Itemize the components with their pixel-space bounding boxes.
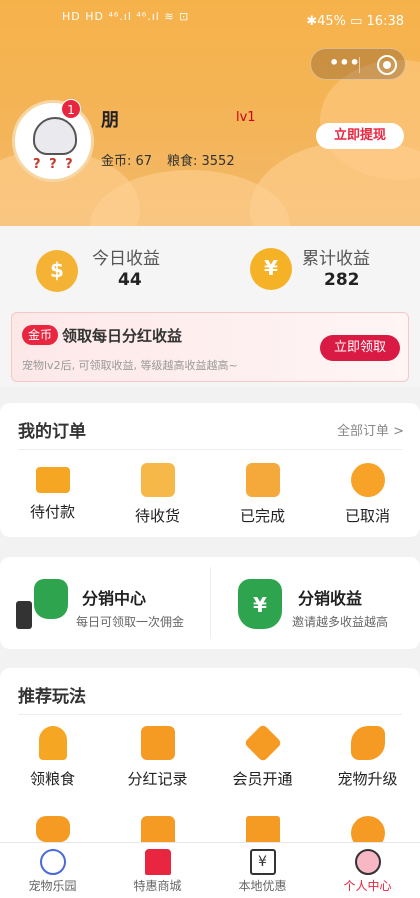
all-orders-link[interactable]: 全部订单 > [337, 420, 404, 439]
calendar-check-icon [245, 463, 280, 497]
game-entry[interactable] [0, 816, 105, 842]
dividend-title: 领取每日分红收益 [62, 327, 183, 345]
distribution-income-subtitle: 邀请越多收益越高 [292, 615, 389, 629]
total-earnings[interactable]: ¥ 累计收益 282 [244, 238, 420, 298]
user-level: lv1 [236, 110, 256, 125]
status-bar: HD HD ⁴⁶.ıl ⁴⁶.ıl ≋ ⊡ ✱45% ▭ 16:38 [0, 0, 420, 48]
distribution-card: 分销中心 每日可领取一次佣金 ¥ 分销收益 邀请越多收益越高 [0, 557, 420, 649]
tab-pet-park[interactable]: 宠物乐园 [0, 843, 105, 898]
today-earnings[interactable]: $ 今日收益 44 [30, 238, 230, 298]
red-envelope-icon [140, 726, 175, 760]
avatar-question-marks: ? ? ? [33, 157, 75, 172]
shop-icon [144, 849, 171, 875]
recommend-title: 推荐玩法 [18, 687, 86, 707]
notification-badge: 1 [61, 99, 81, 119]
tab-local-deals[interactable]: ¥ 本地优惠 [210, 843, 315, 898]
order-completed[interactable]: 已完成 [210, 463, 315, 526]
tab-label: 特惠商城 [133, 879, 182, 893]
pet-upgrade[interactable]: 宠物升级 [315, 726, 420, 789]
order-item-label: 已完成 [239, 507, 285, 525]
recommend-item-label: 领粮食 [29, 770, 75, 788]
rocket-icon [350, 726, 385, 760]
claim-button[interactable]: 立即领取 [320, 335, 400, 361]
order-item-label: 待收货 [134, 507, 180, 525]
tab-profile[interactable]: 个人中心 [315, 843, 420, 898]
wallet-icon [35, 467, 70, 493]
status-left: HD HD ⁴⁶.ıl ⁴⁶.ıl ≋ ⊡ [62, 10, 190, 23]
recommend-item-label: 宠物升级 [337, 770, 398, 788]
divider [18, 714, 402, 715]
cash-register-icon: ¥ [249, 849, 276, 875]
money-bag-hand-icon [34, 579, 68, 619]
claim-food[interactable]: 领粮食 [0, 726, 105, 789]
distribution-center-subtitle: 每日可领取一次佣金 [76, 615, 185, 629]
capsule-divider [359, 57, 360, 73]
order-pending-receipt[interactable]: 待收货 [105, 463, 210, 526]
user-name: 朋 [101, 110, 119, 131]
yen-bag-icon: ¥ [238, 579, 282, 629]
today-earnings-label: 今日收益 [92, 249, 160, 269]
recommend-card: 推荐玩法 领粮食 分红记录 会员开通 宠物升级 [0, 668, 420, 868]
distribution-income[interactable]: ¥ 分销收益 邀请越多收益越高 [210, 557, 420, 649]
orders-card: 我的订单 全部订单 > 待付款 待收货 已完成 已取消 [0, 403, 420, 537]
today-earnings-value: 44 [118, 270, 142, 290]
total-earnings-value: 282 [324, 270, 360, 290]
recommend-item-label: 会员开通 [232, 770, 293, 788]
food-balance: 粮食: 3552 [167, 154, 235, 169]
orders-title: 我的订单 [18, 422, 86, 442]
avatar-face [33, 117, 77, 155]
dividend-records[interactable]: 分红记录 [105, 726, 210, 789]
tab-label: 本地优惠 [238, 879, 287, 893]
recommend-item-label: 分红记录 [127, 770, 188, 788]
diamond-icon [243, 723, 282, 763]
more-icon[interactable]: ••• [329, 53, 360, 72]
coin-tag: 金币 [22, 325, 59, 345]
dividend-banner[interactable]: 金币 领取每日分红收益 宠物lv2后, 可领取收益, 等级越高收益越高~ 立即领… [11, 312, 409, 382]
money-bag-icon: ¥ [250, 248, 292, 290]
order-item-label: 已取消 [344, 507, 390, 525]
total-earnings-label: 累计收益 [302, 249, 370, 269]
bag-icon [140, 463, 175, 497]
mini-program-capsule[interactable]: ••• [310, 48, 406, 80]
distribution-center-title: 分销中心 [82, 589, 147, 608]
phone-icon [16, 601, 32, 629]
divider [18, 449, 402, 450]
gamepad-icon [35, 816, 70, 842]
withdraw-button[interactable]: 立即提现 [316, 123, 404, 149]
dividend-subtitle: 宠物lv2后, 可领取收益, 等级越高收益越高~ [22, 359, 238, 372]
coins-icon: $ [36, 250, 78, 292]
bear-face-icon [354, 849, 381, 875]
tab-label: 宠物乐园 [28, 879, 77, 893]
tab-discount-mall[interactable]: 特惠商城 [105, 843, 210, 898]
tab-label: 个人中心 [343, 879, 392, 893]
order-item-label: 待付款 [29, 503, 75, 521]
avatar[interactable]: ? ? ? [12, 100, 94, 182]
coin-balance: 金币: 67 [101, 154, 153, 169]
distribution-income-title: 分销收益 [298, 589, 363, 608]
order-pending-payment[interactable]: 待付款 [0, 463, 105, 522]
bottom-tab-bar: 宠物乐园 特惠商城 ¥ 本地优惠 个人中心 [0, 842, 420, 898]
status-right: ✱45% ▭ 16:38 [306, 14, 404, 29]
wheat-icon [38, 726, 67, 760]
umbrella-icon [350, 463, 385, 497]
ferris-wheel-icon [39, 849, 66, 875]
order-cancelled[interactable]: 已取消 [315, 463, 420, 526]
membership[interactable]: 会员开通 [210, 723, 315, 789]
distribution-center[interactable]: 分销中心 每日可领取一次佣金 [0, 557, 210, 649]
close-target-icon[interactable] [377, 55, 397, 75]
